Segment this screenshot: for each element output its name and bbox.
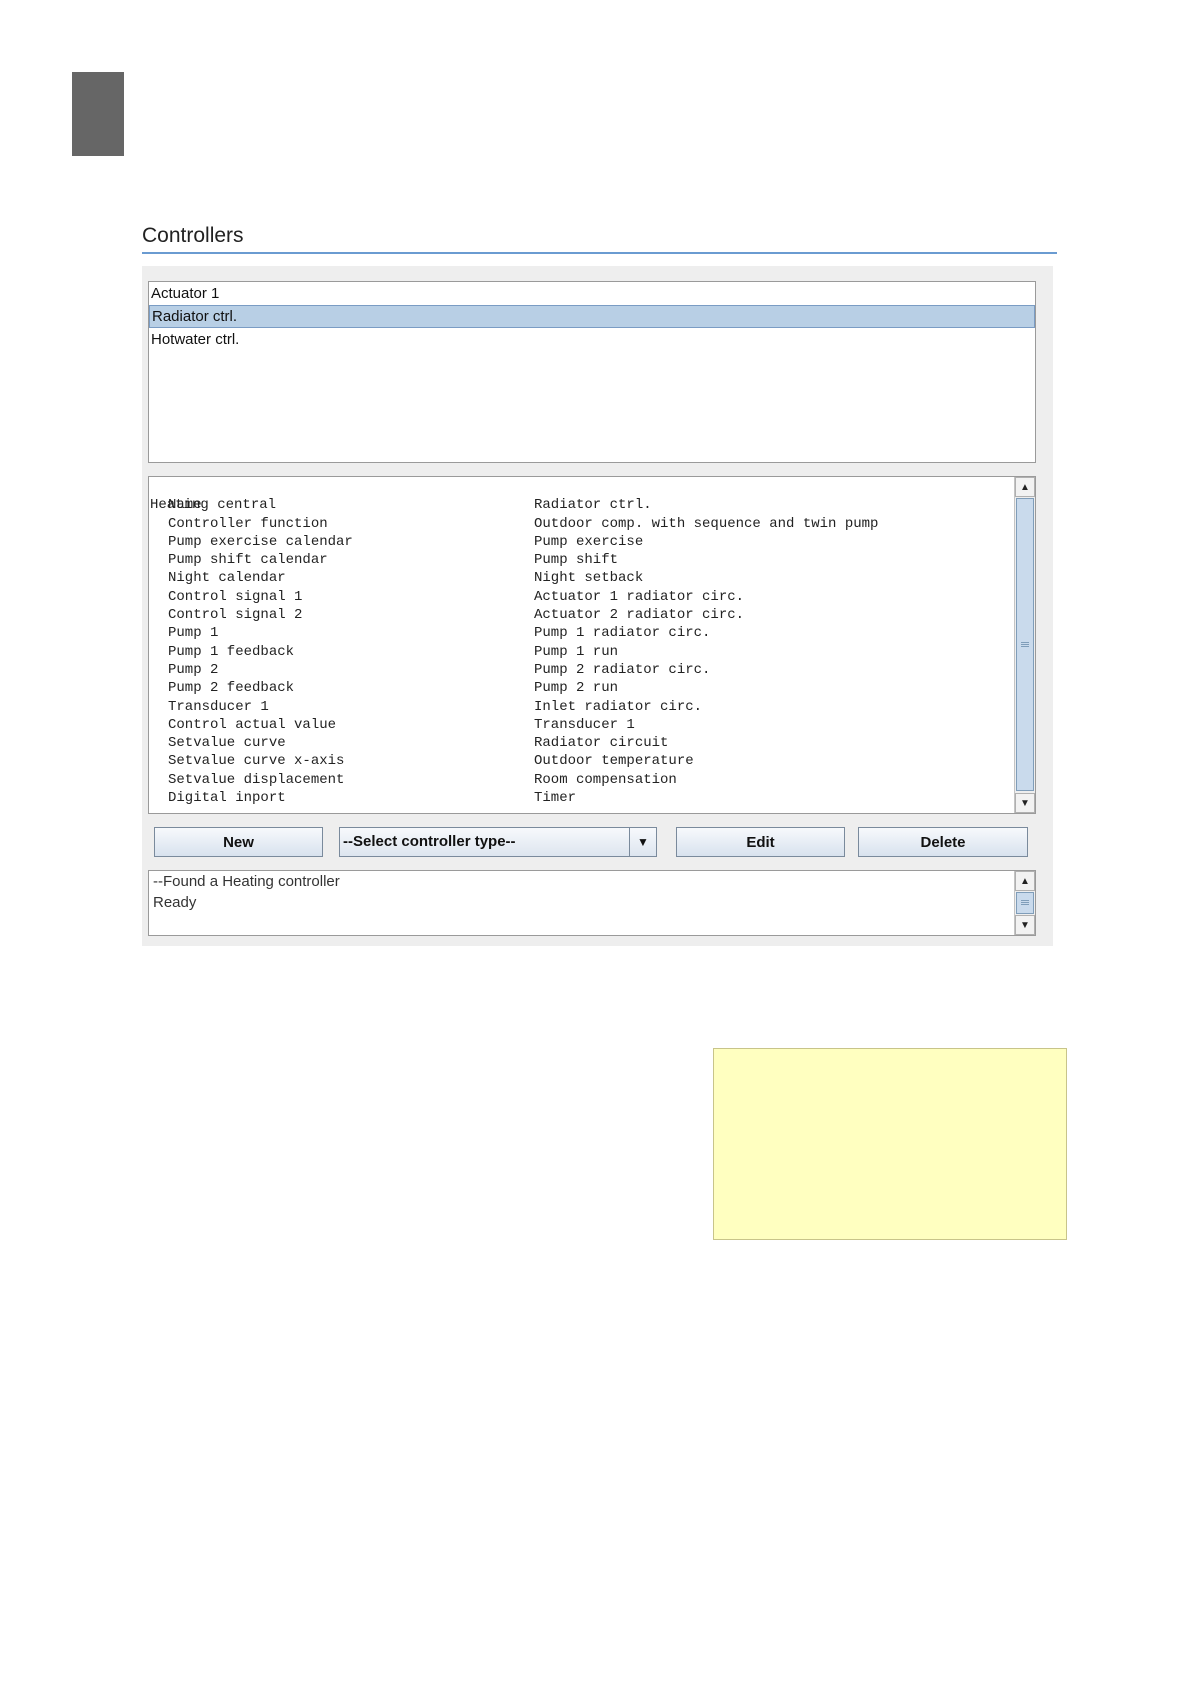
details-row-value: Pump exercise <box>534 533 644 550</box>
details-row-key: Name <box>168 497 202 514</box>
details-row-value: Timer <box>534 790 577 807</box>
status-scroll-thumb[interactable] <box>1016 892 1034 914</box>
details-row: Pump 1 Pump 1 radiator circ. <box>150 624 1013 642</box>
details-row-key: Setvalue displacement <box>168 771 345 788</box>
details-row: Setvalue curve Radiator circuit <box>150 734 1013 752</box>
details-row: Transducer 1 Inlet radiator circ. <box>150 698 1013 716</box>
details-row: Digital inport Timer <box>150 789 1013 807</box>
new-button[interactable]: New <box>154 827 323 857</box>
details-row-key: Digital inport <box>168 790 286 807</box>
details-row-key: Pump 1 <box>168 625 219 642</box>
details-row-key: Setvalue curve x-axis <box>168 753 345 770</box>
details-row-key: Pump 2 <box>168 661 219 678</box>
details-row: Control actual value Transducer 1 <box>150 716 1013 734</box>
list-item-label: Radiator ctrl. <box>152 308 238 325</box>
details-row-value: Actuator 1 radiator circ. <box>534 588 745 605</box>
details-row: Pump shift calendar Pump shift <box>150 551 1013 569</box>
details-row-value: Pump 1 radiator circ. <box>534 625 711 642</box>
details-row-key: Pump shift calendar <box>168 552 328 569</box>
details-row-key: Control signal 1 <box>168 588 303 605</box>
details-scrollbar[interactable]: ▲ ▼ <box>1014 477 1035 813</box>
arrow-down-icon: ▼ <box>1020 797 1030 809</box>
details-row-key: Pump 2 feedback <box>168 680 295 697</box>
details-row-value: Transducer 1 <box>534 716 635 733</box>
grip-icon <box>1021 900 1029 906</box>
details-row-key: Transducer 1 <box>168 698 269 715</box>
details-row: Night calendar Night setback <box>150 569 1013 587</box>
details-row-value: Inlet radiator circ. <box>534 698 703 715</box>
details-row-value: Outdoor comp. with sequence and twin pum… <box>534 515 879 532</box>
details-row: Setvalue displacement Room compensation <box>150 771 1013 789</box>
scroll-down-button[interactable]: ▼ <box>1015 793 1035 813</box>
details-row: Name Radiator ctrl. <box>150 496 1013 514</box>
status-line: --Found a Heating controller <box>153 873 340 890</box>
page-tab-marker <box>72 72 124 156</box>
arrow-up-icon: ▲ <box>1020 875 1030 887</box>
details-row: Pump 2 feedback Pump 2 run <box>150 679 1013 697</box>
list-item-label: Hotwater ctrl. <box>151 331 240 348</box>
details-row: Pump exercise calendar Pump exercise <box>150 533 1013 551</box>
details-row-key: Control actual value <box>168 716 337 733</box>
list-item-hotwater-ctrl[interactable]: Hotwater ctrl. <box>149 328 1035 351</box>
details-row-value: Radiator circuit <box>534 735 669 752</box>
details-row: Pump 1 feedback Pump 1 run <box>150 643 1013 661</box>
details-row-value: Pump 1 run <box>534 643 619 660</box>
scroll-up-button[interactable]: ▲ <box>1015 477 1035 497</box>
controller-details-content: Heating central Name Radiator ctrl. Contro… <box>150 478 1013 813</box>
details-row-value: Outdoor temperature <box>534 753 694 770</box>
details-row-value: Night setback <box>534 570 644 587</box>
page-title: Controllers <box>142 224 244 247</box>
details-row-key: Night calendar <box>168 570 286 587</box>
title-divider <box>142 252 1057 254</box>
details-row-key: Pump exercise calendar <box>168 533 353 550</box>
controllers-list[interactable]: Actuator 1 Radiator ctrl. Hotwater ctrl. <box>148 281 1036 463</box>
details-row: Control signal 1 Actuator 1 radiator circ… <box>150 588 1013 606</box>
status-log[interactable]: --Found a Heating controller Ready ▲ ▼ <box>148 870 1036 936</box>
details-row-value: Actuator 2 radiator circ. <box>534 607 745 624</box>
details-row: Control signal 2 Actuator 2 radiator circ… <box>150 606 1013 624</box>
grip-icon <box>1021 641 1029 648</box>
controller-type-selected: --Select controller type-- <box>343 833 516 850</box>
details-row: Pump 2 Pump 2 radiator circ. <box>150 661 1013 679</box>
details-row-value: Pump 2 radiator circ. <box>534 661 711 678</box>
delete-button[interactable]: Delete <box>858 827 1028 857</box>
details-row-key: Pump 1 feedback <box>168 643 295 660</box>
note-box <box>713 1048 1067 1240</box>
list-item-radiator-ctrl[interactable]: Radiator ctrl. <box>149 305 1035 328</box>
status-scrollbar[interactable]: ▲ ▼ <box>1014 871 1035 935</box>
list-item-actuator-1[interactable]: Actuator 1 <box>149 282 1035 305</box>
details-row-value: Pump 2 run <box>534 680 619 697</box>
details-row-value: Room compensation <box>534 771 677 788</box>
edit-button[interactable]: Edit <box>676 827 845 857</box>
chevron-down-icon[interactable]: ▼ <box>629 828 656 856</box>
arrow-down-icon: ▼ <box>1020 919 1030 931</box>
status-line: Ready <box>153 894 197 911</box>
list-item-label: Actuator 1 <box>151 285 220 302</box>
arrow-up-icon: ▲ <box>1020 481 1030 493</box>
details-row-key: Setvalue curve <box>168 735 286 752</box>
details-row: Controller function Outdoor comp. with se… <box>150 515 1013 533</box>
details-row-key: Controller function <box>168 515 328 532</box>
controller-details-textarea[interactable]: Heating central Name Radiator ctrl. Contro… <box>148 476 1036 814</box>
controllers-panel: Actuator 1 Radiator ctrl. Hotwater ctrl.… <box>142 266 1053 946</box>
details-header-row: Heating central <box>150 478 1013 513</box>
details-row: Setvalue curve x-axis Outdoor temperature <box>150 752 1013 770</box>
details-row-value: Pump shift <box>534 552 619 569</box>
controller-type-select[interactable]: --Select controller type-- ▼ <box>339 827 657 857</box>
scroll-down-button[interactable]: ▼ <box>1015 915 1035 935</box>
scroll-up-button[interactable]: ▲ <box>1015 871 1035 891</box>
details-row-key: Control signal 2 <box>168 607 303 624</box>
details-row-value: Radiator ctrl. <box>534 497 652 514</box>
details-scroll-thumb[interactable] <box>1016 498 1034 791</box>
